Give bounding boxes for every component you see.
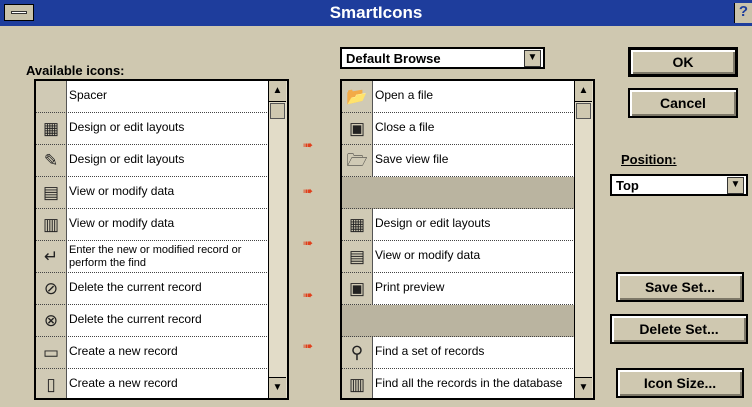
delete-record-icon: ⊗ [43,311,59,330]
available-icons-label: Available icons: [26,63,125,78]
arrow-right-icon: ➠ [303,184,314,198]
list-item[interactable]: Spacer [36,81,287,113]
cancel-button[interactable]: Cancel [628,88,738,118]
list-item[interactable]: ✎ Design or edit layouts [36,145,287,177]
data-view-icon: ▥ [42,215,60,234]
icon-set-value: Default Browse [346,51,441,66]
list-item-label: Create a new record [69,376,178,390]
list-item[interactable]: 🗁 Save view file [342,145,593,177]
list-item-label: Find a set of records [375,344,485,358]
icon-set-dropdown[interactable]: Default Browse ▼ [340,47,545,69]
scroll-down-arrow-icon[interactable]: ▼ [269,377,286,398]
list-item[interactable]: ▭ Create a new record [36,337,287,369]
save-view-icon: 🗁 [346,151,368,170]
list-item[interactable]: ▯ Create a new record [36,369,287,398]
scroll-thumb[interactable] [576,103,591,119]
design-layout-icon: ▦ [348,215,366,234]
list-item[interactable]: ▥ View or modify data [36,209,287,241]
list-item-label: Design or edit layouts [69,152,185,166]
list-item-label: Spacer [69,88,108,102]
list-item[interactable]: ⊘ Delete the current record [36,273,287,305]
save-set-button[interactable]: Save Set... [616,272,744,302]
list-item-label: Save view file [375,152,449,166]
list-item[interactable]: ▤ View or modify data [342,241,593,273]
list-item-label: View or modify data [69,216,175,230]
list-item[interactable]: ▣ Print preview [342,273,593,305]
list-item-label: Create a new record [69,344,178,358]
print-preview-icon: ▣ [348,279,366,298]
list-item[interactable]: ⚲ Find a set of records [342,337,593,369]
scroll-up-arrow-icon[interactable]: ▲ [575,81,592,102]
ok-button[interactable]: OK [628,47,738,77]
list-item[interactable]: ▦ Design or edit layouts [36,113,287,145]
list-item[interactable]: ▤ View or modify data [36,177,287,209]
position-value: Top [616,178,639,193]
list-item[interactable]: ▦ Design or edit layouts [342,209,593,241]
list-item-label: Open a file [375,88,434,102]
available-scrollbar[interactable]: ▲ ▼ [268,81,287,398]
data-view-icon: ▤ [348,247,366,266]
list-item-label: View or modify data [69,184,175,198]
list-item[interactable]: ▣ Close a file [342,113,593,145]
scroll-down-arrow-icon[interactable]: ▼ [575,377,592,398]
chevron-down-icon[interactable]: ▼ [727,177,744,194]
enter-icon: ↵ [43,247,59,266]
open-file-icon: 📂 [346,87,368,106]
current-set-list[interactable]: 📂 Open a file ▣ Close a file 🗁 Save view file… [340,79,595,400]
spacer-row[interactable] [342,305,593,337]
list-item-label: Enter the new or modified record or perf… [69,244,242,269]
title-bar: SmartIcons ? [0,0,752,26]
find-all-icon: ▥ [348,375,366,394]
list-item-label: Design or edit layouts [69,120,185,134]
set-scrollbar[interactable]: ▲ ▼ [574,81,593,398]
list-item-label: Print preview [375,280,445,294]
arrow-right-icon: ➠ [303,288,314,302]
close-file-icon: ▣ [348,119,366,138]
icon-size-button[interactable]: Icon Size... [616,368,744,398]
delete-set-button[interactable]: Delete Set... [610,314,748,344]
find-icon: ⚲ [350,343,364,362]
design-layout-icon: ▦ [42,119,60,138]
spacer-row[interactable] [342,177,593,209]
window-title: SmartIcons [329,3,423,22]
arrow-right-icon: ➠ [303,339,314,353]
smarticons-dialog: SmartIcons ? Available icons: Spacer ▦ Des… [0,0,752,407]
list-item-label: Delete the current record [69,280,202,294]
new-record-icon: ▭ [42,343,60,362]
delete-record-icon: ⊘ [43,279,59,298]
list-item[interactable]: ⊗ Delete the current record [36,305,287,337]
list-item-label: Find all the records in the database [375,376,563,390]
position-dropdown[interactable]: Top ▼ [610,174,748,196]
pencil-icon: ✎ [43,151,59,170]
data-view-icon: ▤ [42,183,60,202]
list-item-label: Close a file [375,120,435,134]
list-item[interactable]: 📂 Open a file [342,81,593,113]
position-label: Position: [621,152,677,167]
arrow-right-icon: ➠ [303,236,314,250]
arrow-right-icon: ➠ [303,138,314,152]
list-item-label: Design or edit layouts [375,216,491,230]
scroll-up-arrow-icon[interactable]: ▲ [269,81,286,102]
help-button[interactable]: ? [734,3,752,23]
list-item-label: Delete the current record [69,312,202,326]
available-icons-list[interactable]: Spacer ▦ Design or edit layouts ✎ Design or … [34,79,289,400]
chevron-down-icon[interactable]: ▼ [524,50,541,67]
list-item[interactable]: ↵ Enter the new or modified record or per… [36,241,287,273]
list-item-label: View or modify data [375,248,481,262]
list-item[interactable]: ▥ Find all the records in the database [342,369,593,398]
spacer-icon [39,86,63,108]
new-record-icon: ▯ [46,375,56,394]
scroll-thumb[interactable] [270,103,285,119]
